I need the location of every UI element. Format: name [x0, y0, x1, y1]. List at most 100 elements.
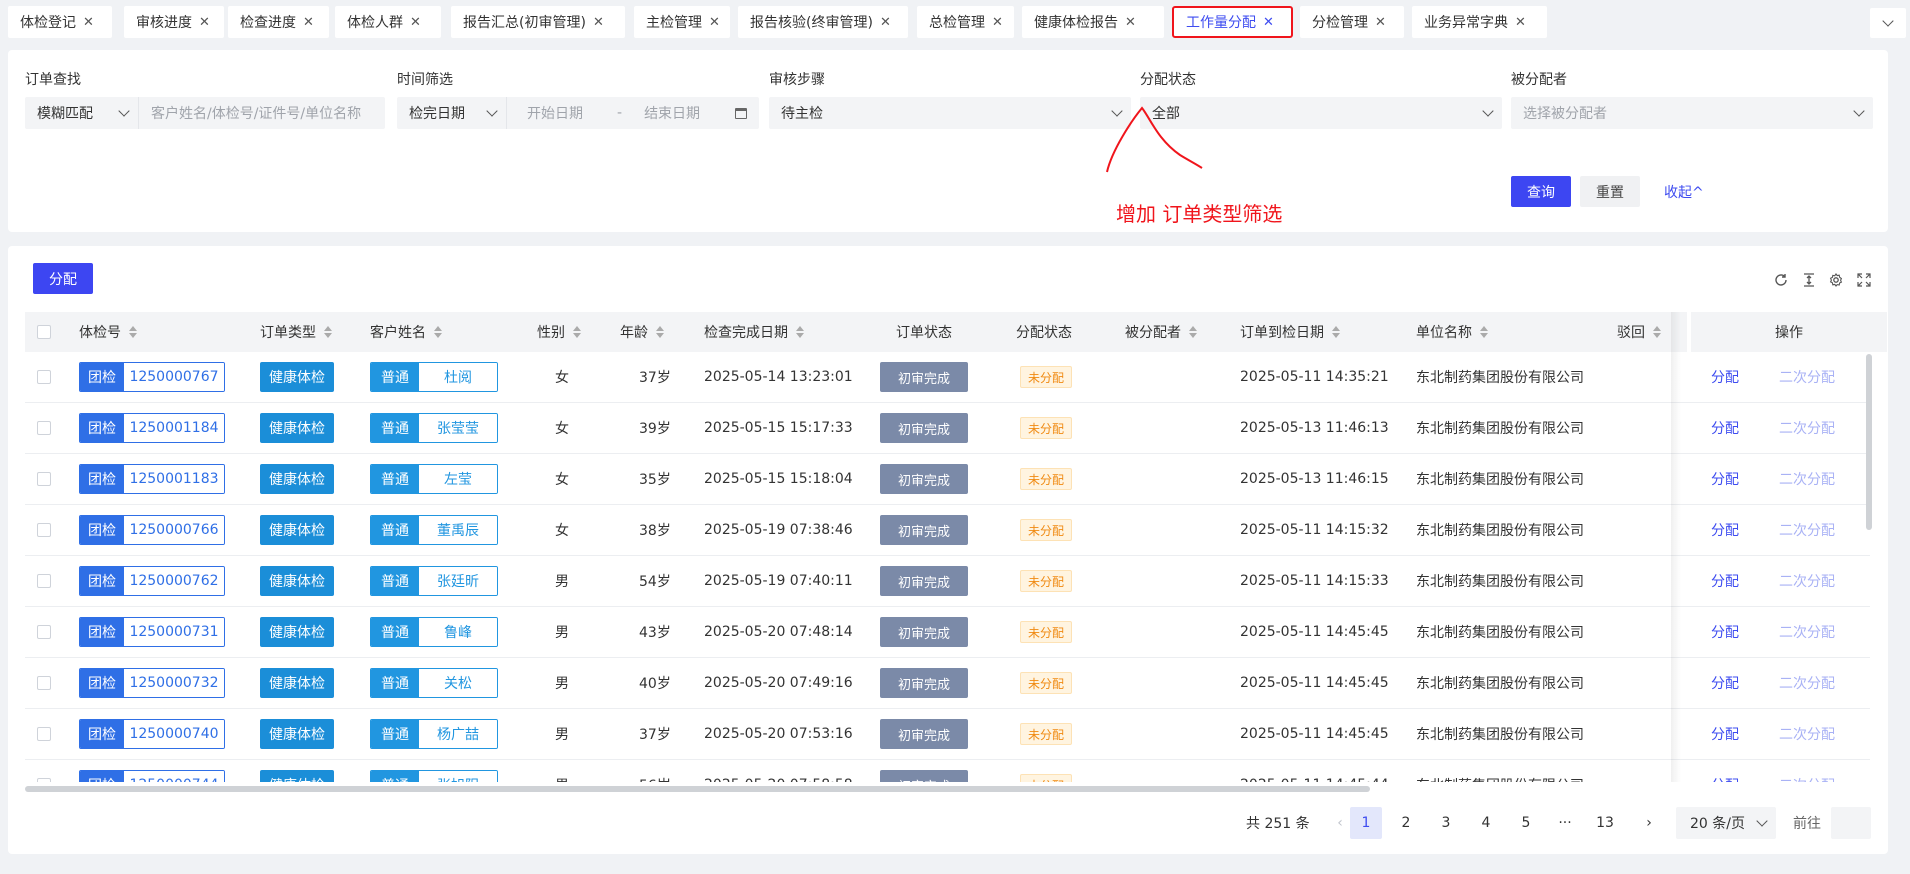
page-number[interactable]: ···	[1549, 807, 1581, 839]
customer-name[interactable]: 张莹莹	[419, 414, 497, 442]
table-row[interactable]: 团检 1250000732 健康体检 普通 关松 男 40岁 2025-05-20 07:49…	[25, 658, 1870, 709]
customer-tag[interactable]: 普通 董禹辰	[370, 505, 498, 555]
reassign-link[interactable]: 二次分配	[1779, 760, 1835, 782]
reset-button[interactable]: 重置	[1580, 176, 1640, 207]
assign-link[interactable]: 分配	[1711, 403, 1739, 453]
exam-no-tag[interactable]: 团检 1250000762	[79, 556, 225, 606]
vertical-scrollbar[interactable]	[1866, 354, 1872, 530]
reassign-link[interactable]: 二次分配	[1779, 658, 1835, 708]
close-icon[interactable]: ✕	[1263, 15, 1274, 30]
exam-no[interactable]: 1250000766	[124, 516, 224, 544]
exam-no-tag[interactable]: 团检 1250000732	[79, 658, 225, 708]
close-icon[interactable]: ✕	[1125, 15, 1136, 30]
query-button[interactable]: 查询	[1511, 176, 1571, 207]
date-type-select[interactable]: 检完日期	[397, 97, 507, 129]
assign-link[interactable]: 分配	[1711, 709, 1739, 759]
tab-0[interactable]: 体检登记 ✕	[8, 6, 112, 38]
reassign-link[interactable]: 二次分配	[1779, 505, 1835, 555]
table-row[interactable]: 团检 1250000767 健康体检 普通 杜阅 女 37岁 2025-05-14 13:23…	[25, 352, 1870, 403]
column-height-icon[interactable]	[1800, 271, 1818, 289]
customer-tag[interactable]: 普通 鲁峰	[370, 607, 498, 657]
header-company[interactable]: 单位名称	[1416, 312, 1488, 352]
row-checkbox[interactable]	[37, 505, 51, 555]
customer-name[interactable]: 杜阅	[419, 363, 497, 391]
reassign-link[interactable]: 二次分配	[1779, 352, 1835, 402]
assign-status-select[interactable]: 全部	[1140, 97, 1502, 129]
tab-4[interactable]: 报告汇总(初审管理) ✕	[451, 6, 625, 38]
exam-no-tag[interactable]: 团检 1250001184	[79, 403, 225, 453]
page-number[interactable]: 13	[1589, 807, 1621, 839]
tab-6[interactable]: 报告核验(终审管理) ✕	[738, 6, 908, 38]
tab-11[interactable]: 业务异常字典 ✕	[1412, 6, 1547, 38]
sort-icon[interactable]	[434, 326, 442, 338]
refresh-icon[interactable]	[1772, 271, 1790, 289]
close-icon[interactable]: ✕	[709, 15, 720, 30]
assign-link[interactable]: 分配	[1711, 454, 1739, 504]
close-icon[interactable]: ✕	[199, 15, 210, 30]
header-exam-no[interactable]: 体检号	[79, 312, 137, 352]
assign-link[interactable]: 分配	[1711, 505, 1739, 555]
close-icon[interactable]: ✕	[410, 15, 421, 30]
customer-tag[interactable]: 普通 左莹	[370, 454, 498, 504]
table-row[interactable]: 团检 1250001184 健康体检 普通 张莹莹 女 39岁 2025-05-15 15:1…	[25, 403, 1870, 454]
table-row[interactable]: 团检 1250001183 健康体检 普通 左莹 女 35岁 2025-05-15 15:18…	[25, 454, 1870, 505]
sort-icon[interactable]	[1189, 326, 1197, 338]
exam-no[interactable]: 1250001183	[124, 465, 224, 493]
assign-button[interactable]: 分配	[33, 263, 93, 294]
page-number[interactable]: 3	[1430, 807, 1462, 839]
end-date-input[interactable]: 结束日期	[632, 97, 732, 129]
assign-link[interactable]: 分配	[1711, 760, 1739, 782]
customer-name[interactable]: 杨广喆	[419, 720, 497, 748]
order-search-input[interactable]: 客户姓名/体检号/证件号/单位名称	[139, 97, 385, 129]
header-finish-date[interactable]: 检查完成日期	[704, 312, 804, 352]
exam-no[interactable]: 1250000767	[124, 363, 224, 391]
close-icon[interactable]: ✕	[83, 15, 94, 30]
exam-no-tag[interactable]: 团检 1250000766	[79, 505, 225, 555]
row-checkbox[interactable]	[37, 352, 51, 402]
customer-name[interactable]: 左莹	[419, 465, 497, 493]
sort-icon[interactable]	[656, 326, 664, 338]
page-number[interactable]: 4	[1470, 807, 1502, 839]
exam-no[interactable]: 1250000762	[124, 567, 224, 595]
tab-7[interactable]: 总检管理 ✕	[917, 6, 1014, 38]
table-row[interactable]: 团检 1250000731 健康体检 普通 鲁峰 男 43岁 2025-05-20 07:48…	[25, 607, 1870, 658]
exam-no-tag[interactable]: 团检 1250000731	[79, 607, 225, 657]
reassign-link[interactable]: 二次分配	[1779, 403, 1835, 453]
header-age[interactable]: 年龄	[620, 312, 664, 352]
match-mode-select[interactable]: 模糊匹配	[25, 97, 139, 129]
collapse-link[interactable]: 收起^	[1664, 182, 1704, 202]
customer-name[interactable]: 董禹辰	[419, 516, 497, 544]
assignee-select[interactable]: 选择被分配者	[1511, 97, 1873, 129]
exam-no-tag[interactable]: 团检1250000744	[79, 760, 225, 782]
assign-link[interactable]: 分配	[1711, 352, 1739, 402]
reassign-link[interactable]: 二次分配	[1779, 454, 1835, 504]
tab-2[interactable]: 检查进度 ✕	[228, 6, 329, 38]
sort-icon[interactable]	[1653, 326, 1661, 338]
next-page-button[interactable]: ›	[1633, 807, 1665, 839]
customer-name[interactable]: 张旭阳	[419, 771, 497, 782]
row-checkbox[interactable]	[37, 709, 51, 759]
sort-icon[interactable]	[129, 326, 137, 338]
settings-icon[interactable]	[1827, 271, 1845, 289]
sort-icon[interactable]	[324, 326, 332, 338]
tab-1[interactable]: 审核进度 ✕	[124, 6, 224, 38]
page-number[interactable]: 1	[1350, 807, 1382, 839]
sort-icon[interactable]	[1480, 326, 1488, 338]
row-checkbox[interactable]	[37, 454, 51, 504]
tab-9[interactable]: 工作量分配 ✕	[1172, 6, 1293, 38]
tab-10[interactable]: 分检管理 ✕	[1300, 6, 1404, 38]
header-customer[interactable]: 客户姓名	[370, 312, 442, 352]
exam-no[interactable]: 1250000740	[124, 720, 224, 748]
assign-link[interactable]: 分配	[1711, 607, 1739, 657]
reassign-link[interactable]: 二次分配	[1779, 709, 1835, 759]
header-arrive-date[interactable]: 订单到检日期	[1240, 312, 1340, 352]
page-number[interactable]: 2	[1390, 807, 1422, 839]
exam-no-tag[interactable]: 团检 1250001183	[79, 454, 225, 504]
table-row[interactable]: 团检 1250000766 健康体检 普通 董禹辰 女 38岁 2025-05-19 07:3…	[25, 505, 1870, 556]
page-size-select[interactable]: 20 条/页	[1676, 807, 1776, 839]
tab-3[interactable]: 体检人群 ✕	[335, 6, 441, 38]
fullscreen-icon[interactable]	[1855, 271, 1873, 289]
row-checkbox[interactable]	[37, 607, 51, 657]
header-gender[interactable]: 性别	[537, 312, 581, 352]
table-row[interactable]: 团检 1250000740 健康体检 普通 杨广喆 男 37岁 2025-05-20 07:5…	[25, 709, 1870, 760]
